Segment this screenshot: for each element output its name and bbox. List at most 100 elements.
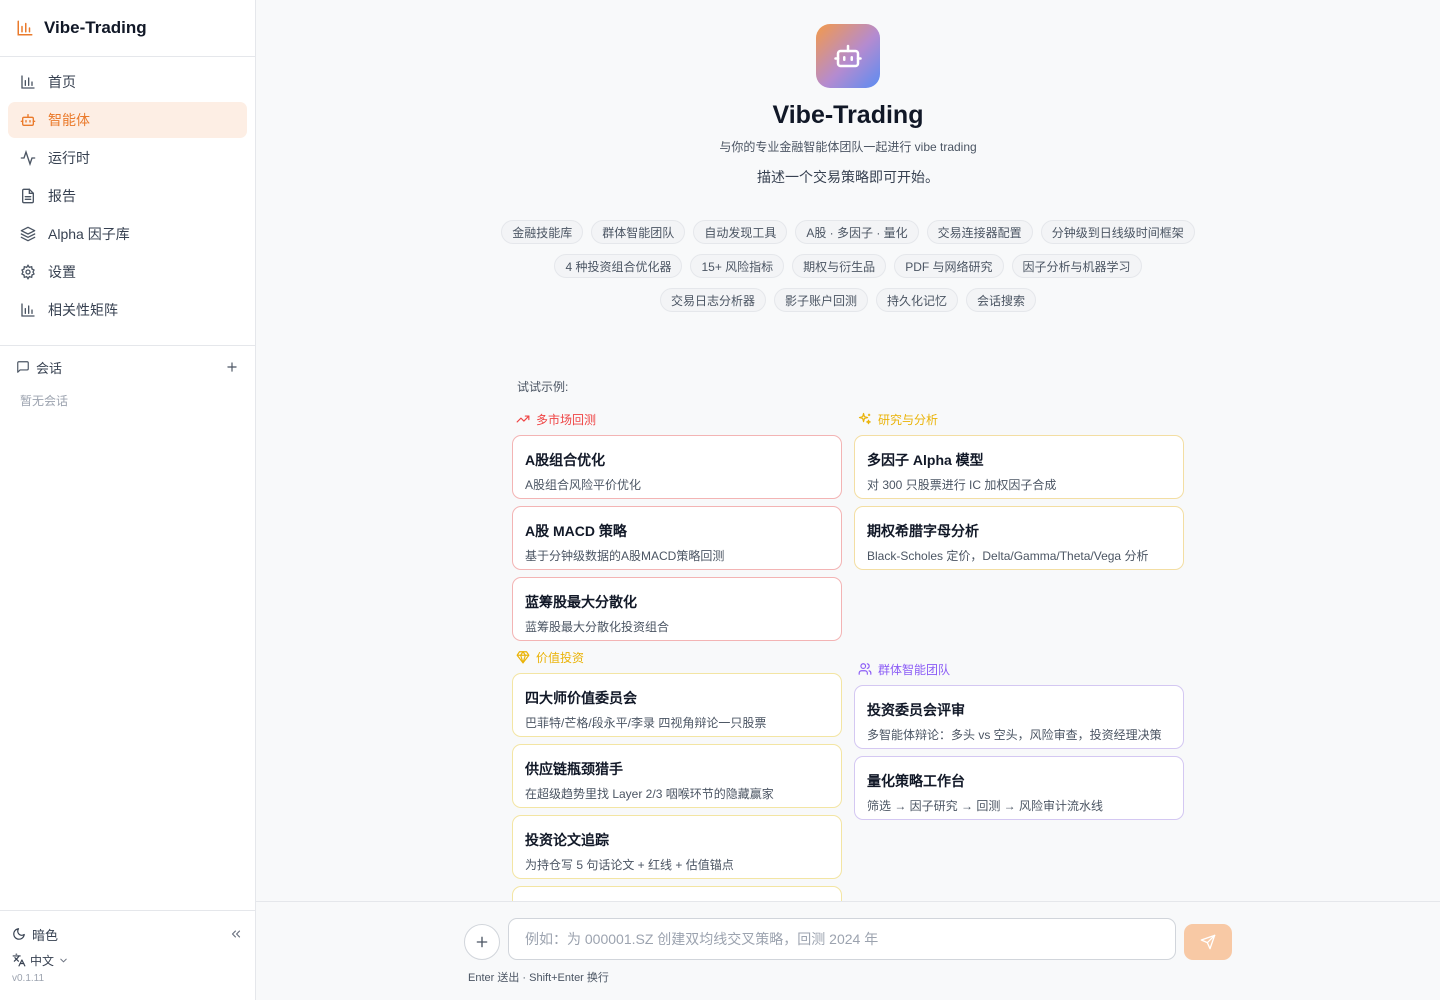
content-scroll[interactable]: Vibe-Trading 与你的专业金融智能体团队一起进行 vibe tradi…: [256, 0, 1440, 901]
nav-item-agent[interactable]: 智能体: [8, 102, 247, 138]
nav-item-reports[interactable]: 报告: [8, 178, 247, 214]
nav-item-label: 首页: [48, 74, 76, 90]
brand[interactable]: Vibe-Trading: [0, 0, 255, 57]
card-description: Black-Scholes 定价，Delta/Gamma/Theta/Vega …: [867, 549, 1149, 563]
nav-item-settings[interactable]: 设置: [8, 254, 247, 290]
language-label: 中文: [30, 953, 55, 968]
example-card[interactable]: [512, 886, 842, 901]
category-label: 多市场回测: [536, 412, 597, 427]
hero: Vibe-Trading 与你的专业金融智能体团队一起进行 vibe tradi…: [256, 0, 1440, 187]
example-card[interactable]: 供应链瓶颈猎手 在超级趋势里找 Layer 2/3 咽喉环节的隐藏赢家: [512, 744, 842, 808]
card-description: 巴菲特/芒格/段永平/李录 四视角辩论一只股票: [525, 716, 767, 730]
message-icon: [16, 360, 30, 374]
example-card[interactable]: 四大师价值委员会 巴菲特/芒格/段永平/李录 四视角辩论一只股票: [512, 673, 842, 737]
nav-item-label: 相关性矩阵: [48, 302, 118, 318]
card-description: 基于分钟级数据的A股MACD策略回测: [525, 549, 725, 563]
capability-tag: 期权与衍生品: [792, 254, 887, 278]
main-area: Vibe-Trading 与你的专业金融智能体团队一起进行 vibe tradi…: [256, 0, 1440, 1000]
card-title: 供应链瓶颈猎手: [525, 761, 623, 777]
sessions-title: 会话: [36, 360, 63, 376]
capability-tag: 持久化记忆: [876, 288, 959, 312]
send-button[interactable]: [1184, 924, 1232, 960]
sidebar-footer: 暗色 中文 v0.1.11: [0, 910, 255, 1000]
collapse-sidebar-icon[interactable]: [229, 927, 243, 941]
gear-icon: [20, 264, 36, 280]
file-icon: [20, 188, 36, 204]
translate-icon: [12, 953, 26, 967]
card-description: 蓝筹股最大分散化投资组合: [525, 620, 670, 634]
capability-tag: A股 · 多因子 · 量化: [795, 220, 919, 244]
category-research-analysis: 研究与分析 多因子 Alpha 模型 对 300 只股票进行 IC 加权因子合成…: [854, 411, 1184, 653]
card-description: 筛选 → 因子研究 → 回测 → 风险审计流水线: [867, 799, 1104, 813]
capability-tag: PDF 与网络研究: [894, 254, 1004, 278]
main-nav: 首页 智能体 运行时 报告 Alpha 因子库 设置 相关性矩阵: [0, 57, 255, 346]
examples-right-column: 研究与分析 多因子 Alpha 模型 对 300 只股票进行 IC 加权因子合成…: [854, 411, 1184, 901]
nav-item-label: 设置: [48, 264, 76, 280]
card-title: A股 MACD 策略: [525, 523, 627, 539]
example-card[interactable]: 投资论文追踪 为持仓写 5 句话论文 + 红线 + 估值锚点: [512, 815, 842, 879]
users-icon: [858, 662, 872, 676]
nav-item-home[interactable]: 首页: [8, 64, 247, 100]
category-value-investing: 价值投资 四大师价值委员会 巴菲特/芒格/段永平/李录 四视角辩论一只股票 供应…: [512, 649, 842, 901]
card-title: A股组合优化: [525, 452, 606, 468]
card-title: 多因子 Alpha 模型: [867, 452, 984, 468]
moon-icon: [12, 927, 26, 941]
version-label: v0.1.11: [12, 973, 45, 984]
nav-item-correlation[interactable]: 相关性矩阵: [8, 292, 247, 328]
examples-label: 试试示例:: [517, 380, 569, 394]
example-card[interactable]: 期权希腊字母分析 Black-Scholes 定价，Delta/Gamma/Th…: [854, 506, 1184, 570]
capability-tag: 自动发现工具: [693, 220, 788, 244]
capability-tag: 会话搜索: [966, 288, 1037, 312]
example-card[interactable]: A股 MACD 策略 基于分钟级数据的A股MACD策略回测: [512, 506, 842, 570]
gem-icon: [516, 650, 530, 664]
example-card[interactable]: 投资委员会评审 多智能体辩论：多头 vs 空头，风险审查，投资经理决策: [854, 685, 1184, 749]
plus-icon: [474, 934, 490, 950]
sessions-header: 会话: [0, 346, 255, 380]
bar-chart-icon: [20, 302, 36, 318]
nav-item-label: 运行时: [48, 150, 90, 166]
capability-tag: 影子账户回测: [773, 288, 868, 312]
card-title: 量化策略工作台: [867, 773, 965, 789]
example-card[interactable]: 多因子 Alpha 模型 对 300 只股票进行 IC 加权因子合成: [854, 435, 1184, 499]
nav-item-alpha-library[interactable]: Alpha 因子库: [8, 216, 247, 252]
theme-label: 暗色: [32, 927, 59, 943]
example-card[interactable]: 蓝筹股最大分散化 蓝筹股最大分散化投资组合: [512, 577, 842, 641]
prompt-input[interactable]: [508, 918, 1176, 960]
page-title: Vibe-Trading: [772, 101, 924, 129]
language-select[interactable]: 中文: [12, 949, 243, 971]
page-subtitle: 与你的专业金融智能体团队一起进行 vibe trading: [719, 140, 977, 154]
attach-button[interactable]: [464, 924, 500, 960]
sessions-empty: 暂无会话: [20, 394, 69, 408]
theme-toggle[interactable]: 暗色: [12, 925, 58, 944]
card-description: 在超级趋势里找 Layer 2/3 咽喉环节的隐藏赢家: [525, 787, 774, 801]
category-swarm-team: 群体智能团队 投资委员会评审 多智能体辩论：多头 vs 空头，风险审查，投资经理…: [854, 661, 1184, 820]
capability-tag: 交易连接器配置: [926, 220, 1033, 244]
card-description: A股组合风险平价优化: [525, 478, 642, 492]
keyboard-hint: Enter 送出 · Shift+Enter 换行: [468, 972, 609, 984]
examples-left-column: 多市场回测 A股组合优化 A股组合风险平价优化 A股 MACD 策略 基于分钟级…: [512, 411, 842, 901]
activity-icon: [20, 150, 36, 166]
capability-tag: 群体智能团队: [591, 220, 686, 244]
category-multi-market-backtest: 多市场回测 A股组合优化 A股组合风险平价优化 A股 MACD 策略 基于分钟级…: [512, 411, 842, 641]
new-session-button[interactable]: [225, 360, 239, 374]
card-title: 蓝筹股最大分散化: [525, 594, 637, 610]
app-logo: [816, 24, 880, 88]
send-icon: [1200, 934, 1216, 950]
sparkles-icon: [858, 412, 872, 426]
capability-tag: 分钟级到日线级时间框架: [1040, 220, 1195, 244]
nav-item-label: Alpha 因子库: [48, 226, 130, 242]
bar-chart-icon: [20, 74, 36, 90]
nav-item-label: 报告: [48, 188, 76, 204]
examples-section: 试试示例: 多市场回测 A股组合优化 A股组合风险平价优化 A股 MACD 策略…: [512, 378, 1184, 901]
chevron-down-icon: [58, 955, 69, 966]
composer: Enter 送出 · Shift+Enter 换行: [256, 901, 1440, 1000]
nav-item-runtime[interactable]: 运行时: [8, 140, 247, 176]
card-title: 投资论文追踪: [525, 832, 609, 848]
capability-tag: 交易日志分析器: [659, 288, 766, 312]
card-description: 多智能体辩论：多头 vs 空头，风险审查，投资经理决策: [867, 728, 1162, 742]
example-card[interactable]: 量化策略工作台 筛选 → 因子研究 → 回测 → 风险审计流水线: [854, 756, 1184, 820]
card-title: 投资委员会评审: [867, 702, 965, 718]
nav-item-label: 智能体: [48, 112, 90, 128]
example-card[interactable]: A股组合优化 A股组合风险平价优化: [512, 435, 842, 499]
category-label: 研究与分析: [878, 412, 939, 427]
